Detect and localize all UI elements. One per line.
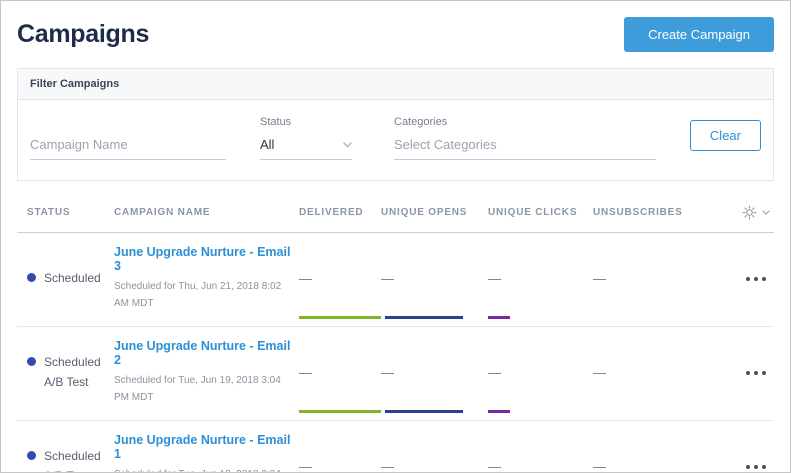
create-campaign-button[interactable]: Create Campaign: [624, 17, 774, 52]
unique-clicks-value: —: [488, 459, 593, 473]
delivered-value: —: [299, 365, 381, 380]
unique-opens-value: —: [381, 459, 488, 473]
column-header-unique-clicks: UNIQUE CLICKS: [488, 207, 593, 218]
unsubscribes-value: —: [593, 459, 697, 473]
campaign-link[interactable]: June Upgrade Nurture - Email 3: [114, 245, 299, 273]
status-text: Scheduled: [44, 271, 101, 285]
status-field: Status All: [260, 116, 352, 160]
delivered-bar: [299, 316, 381, 319]
table-row: Scheduled A/B Test June Upgrade Nurture …: [17, 327, 774, 421]
unique-clicks-bar: [488, 410, 510, 413]
row-actions-menu-icon[interactable]: [697, 277, 774, 281]
status-label: Status: [260, 116, 352, 128]
filter-panel: Filter Campaigns Status All Categories C…: [17, 68, 774, 181]
categories-label: Categories: [394, 116, 656, 128]
unique-opens-value: —: [381, 365, 488, 380]
campaigns-page: Campaigns Create Campaign Filter Campaig…: [0, 0, 791, 473]
campaign-name-cell: June Upgrade Nurture - Email 3 Scheduled…: [114, 245, 299, 312]
scheduled-status-dot-icon: [27, 451, 36, 460]
delivered-value: —: [299, 459, 381, 473]
unique-clicks-value: —: [488, 271, 593, 286]
status-text: Scheduled: [44, 355, 101, 369]
filter-body: Status All Categories Clear: [18, 100, 773, 180]
row-actions-menu-icon[interactable]: [697, 465, 774, 469]
unique-opens-value: —: [381, 271, 488, 286]
unique-opens-bar: [385, 410, 463, 413]
column-header-status: STATUS: [17, 207, 114, 218]
column-header-unsubscribes: UNSUBSCRIBES: [593, 207, 697, 218]
campaigns-table: STATUS CAMPAIGN NAME DELIVERED UNIQUE OP…: [17, 205, 774, 473]
table-header-row: STATUS CAMPAIGN NAME DELIVERED UNIQUE OP…: [17, 205, 774, 233]
unique-clicks-value: —: [488, 365, 593, 380]
delivered-bar: [299, 410, 381, 413]
gear-icon[interactable]: [742, 205, 757, 220]
status-subtext: A/B Test: [44, 469, 88, 473]
status-cell: Scheduled: [17, 269, 114, 288]
campaign-schedule-text: Scheduled for Tue, Jun 12, 2018 3:04 PM …: [114, 466, 294, 473]
campaign-link[interactable]: June Upgrade Nurture - Email 1: [114, 433, 299, 461]
status-select[interactable]: All: [260, 133, 352, 160]
chevron-down-icon: [343, 142, 352, 148]
status-selected-value: All: [260, 137, 274, 152]
categories-input[interactable]: [394, 133, 656, 160]
clear-filters-button[interactable]: Clear: [690, 120, 761, 151]
column-header-campaign-name: CAMPAIGN NAME: [114, 207, 299, 218]
table-row: Scheduled June Upgrade Nurture - Email 3…: [17, 233, 774, 327]
campaign-name-field: [30, 133, 226, 160]
status-subtext: A/B Test: [44, 375, 88, 389]
top-bar: Campaigns Create Campaign: [1, 1, 790, 62]
filter-panel-title: Filter Campaigns: [18, 69, 773, 100]
categories-field: Categories: [394, 116, 656, 160]
page-title: Campaigns: [17, 20, 149, 49]
campaign-name-input[interactable]: [30, 133, 226, 160]
campaign-link[interactable]: June Upgrade Nurture - Email 2: [114, 339, 299, 367]
column-header-delivered: DELIVERED: [299, 207, 381, 218]
campaign-schedule-text: Scheduled for Tue, Jun 19, 2018 3:04 PM …: [114, 372, 294, 406]
unique-opens-bar: [385, 316, 463, 319]
campaign-name-cell: June Upgrade Nurture - Email 2 Scheduled…: [114, 339, 299, 406]
unique-clicks-bar: [488, 316, 510, 319]
status-cell: Scheduled A/B Test: [17, 353, 114, 391]
table-row: Scheduled A/B Test June Upgrade Nurture …: [17, 421, 774, 473]
delivered-value: —: [299, 271, 381, 286]
chevron-down-icon: [762, 210, 770, 215]
column-header-unique-opens: UNIQUE OPENS: [381, 207, 488, 218]
table-settings-control[interactable]: [697, 205, 774, 220]
unsubscribes-value: —: [593, 271, 697, 286]
campaign-schedule-text: Scheduled for Thu, Jun 21, 2018 8:02 AM …: [114, 278, 294, 312]
campaign-name-cell: June Upgrade Nurture - Email 1 Scheduled…: [114, 433, 299, 473]
scheduled-status-dot-icon: [27, 273, 36, 282]
status-cell: Scheduled A/B Test: [17, 447, 114, 473]
unsubscribes-value: —: [593, 365, 697, 380]
scheduled-status-dot-icon: [27, 357, 36, 366]
row-actions-menu-icon[interactable]: [697, 371, 774, 375]
status-text: Scheduled: [44, 449, 101, 463]
